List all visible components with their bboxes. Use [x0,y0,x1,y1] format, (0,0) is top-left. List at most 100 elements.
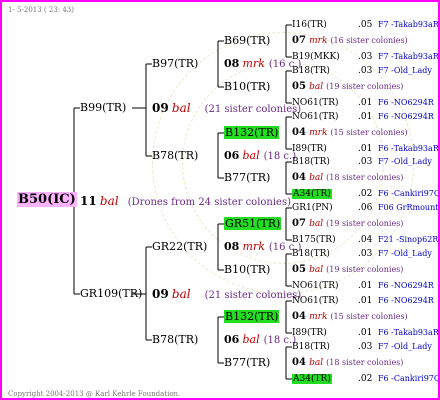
sire-node: B132(TR) [224,126,280,139]
node-label: B175(TR) [292,235,336,245]
year-value: .02 [358,374,373,384]
year: .03 [358,65,372,77]
location-value: F6 -NO6294R [378,112,434,121]
node-label: B132(TR) [224,126,280,139]
node-label: B18(TR) [292,66,330,76]
sister-note: (21 sister colonies) [204,290,302,301]
sister-note: (16 sister colonies) [330,36,408,45]
year-value: .01 [358,328,373,338]
node-label: B97(TR) [152,57,199,70]
sire-node: B18(TR) [292,341,330,353]
year: .03 [358,156,372,168]
sire-node: GR51(TR) [224,217,282,230]
location: F6 -Takab93aR [378,143,439,155]
sire-node: I89(TR) [292,143,327,155]
drone-info: 04 bal (18 sister colonies) [292,172,403,184]
year-value: .01 [358,296,373,306]
sire-node: B18(TR) [292,65,330,77]
location-value: F6 -NO6294R [378,98,434,107]
generation: 07 [292,35,306,46]
node-label: NO61(TR) [292,112,339,122]
node-label: B132(TR) [224,310,280,323]
year: .02 [358,188,372,200]
location-value: F6 -Cankiri97Q [378,189,440,198]
year: .01 [358,111,372,123]
location: F7 -Old_Lady [378,65,432,77]
year-value: .01 [358,112,373,122]
location-value: F7 -Old_Lady [378,342,432,351]
drone-info: 04 bal (18 sister colonies) [292,357,403,369]
drone-info: 04 mrk (15 sister colonies) [292,127,408,139]
generation: 08 [224,57,240,70]
year-value: .03 [358,249,373,259]
drone-info: 09 bal (21 sister colonies) [152,288,301,302]
year: .05 [358,19,372,31]
sire-node: I89(TR) [292,327,327,339]
node-label: B78(TR) [152,333,199,346]
node-label: B10(TR) [224,80,271,93]
drone-info: 06 bal (18 c.) [224,150,296,163]
location-value: F7 -Takab93aR [378,52,439,61]
sister-note: (18 sister colonies) [326,358,404,367]
sire-node: B69(TR) [224,35,270,47]
node-label: GR22(TR) [152,240,208,253]
drone-info: 09 bal (21 sister colonies) [152,102,301,116]
year: .03 [358,341,372,353]
sire-node: NO61(TR) [292,295,339,307]
drone-info: 08 mrk (16 c.) [224,241,301,254]
year-value: .01 [358,144,373,154]
generation: 08 [224,240,240,253]
location-value: F6 -NO6294R [378,296,434,305]
node-label: GR109(TR) [80,287,143,300]
generation: 05 [292,264,306,275]
sister-note: (21 sister colonies) [204,104,302,115]
year: .03 [358,51,372,63]
location-value: F7 -Old_Lady [378,157,432,166]
mark: bal [242,333,260,346]
sire-node: GR109(TR) [80,288,142,300]
sire-node: B78(TR) [152,334,198,346]
node-label: NO61(TR) [292,98,339,108]
node-label: GR51(TR) [224,217,282,230]
year-value: .03 [358,342,373,352]
location-value: F7 -Old_Lady [378,66,432,75]
root-drone-info: 11 bal (Drones from 24 sister colonies) [80,195,291,209]
year: .01 [358,280,372,292]
year: .03 [358,248,372,260]
generation: 04 [292,172,306,183]
location-value: F6 -Takab93aR [378,144,439,153]
sister-note: (19 sister colonies) [326,219,404,228]
location: F7 -Old_Lady [378,248,432,260]
drone-info: 05 bal (19 sister colonies) [292,264,403,276]
node-label: I16(TR) [292,20,327,30]
node-label: B69(TR) [224,34,271,47]
node-label: B19(MKK) [292,52,340,62]
sire-node: B99(TR) [80,102,126,114]
mark: mrk [242,240,265,253]
mark: mrk [309,128,328,138]
mark: mrk [309,36,328,46]
location: F7 -Old_Lady [378,156,432,168]
location: F6 -Takab93aR [378,327,438,339]
year-value: .03 [358,157,373,167]
year-value: .06 [358,203,373,213]
location-value: F6 -Cankiri97Q [378,374,440,383]
sire-node: B18(TR) [292,248,330,260]
root-note: (Drones from 24 sister colonies) [127,197,292,208]
year-value: .03 [358,66,373,76]
sire-node: B19(MKK) [292,51,340,63]
mark: bal [171,101,191,115]
sire-node: A34(TR) [292,188,332,200]
mark: bal [309,82,324,92]
sire-node: NO61(TR) [292,111,339,123]
node-label: B18(TR) [292,157,330,167]
sire-node: B175(TR) [292,234,336,246]
sire-node: B78(TR) [152,150,198,162]
sire-node: GR22(TR) [152,241,207,253]
sire-node: NO61(TR) [292,280,339,292]
location: F6 -NO6294R [378,97,434,109]
root-label: B50(IC) [17,192,77,207]
location: F7 -Takab93aR [378,51,439,63]
year: .02 [358,373,372,385]
drone-info: 05 bal (19 sister colonies) [292,81,403,93]
